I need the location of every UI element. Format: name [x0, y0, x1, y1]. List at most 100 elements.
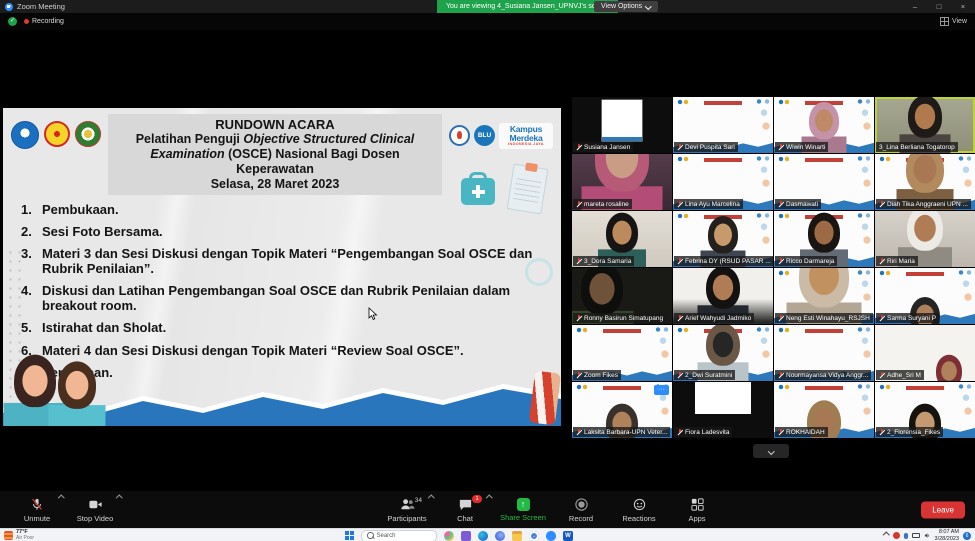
close-button[interactable]: ×	[951, 0, 975, 13]
agenda-item: Materi 3 dan Sesi Diskusi dengan Topik M…	[19, 246, 533, 276]
notification-badge[interactable]: 6	[963, 532, 971, 540]
participant-name: Susiana Jansen	[584, 144, 630, 151]
tray-recording-icon[interactable]	[893, 532, 900, 539]
participant-tile[interactable]: 3_Dora Samaria	[572, 211, 672, 267]
participant-tile[interactable]: Adhe_Sri M	[875, 325, 975, 381]
muted-mic-icon	[576, 429, 582, 436]
chevron-up-icon[interactable]	[116, 495, 122, 501]
participant-tile[interactable]: Ricco Darmareja	[774, 211, 874, 267]
record-button[interactable]: Record	[552, 491, 610, 528]
speaker-icon[interactable]	[924, 532, 931, 539]
muted-mic-icon	[576, 144, 582, 151]
tray-display-icon[interactable]	[912, 533, 920, 539]
meeting-status-bar: ✓ Recording View	[0, 13, 975, 30]
chevron-down-icon	[645, 3, 651, 9]
participant-tile[interactable]: Fiora Ladesvita	[673, 382, 773, 438]
muted-mic-icon	[778, 429, 784, 436]
flower-app-icon[interactable]	[444, 531, 454, 541]
clock-date: 3/28/2023	[935, 536, 959, 541]
apps-button[interactable]: Apps	[668, 491, 726, 528]
view-button[interactable]: View	[940, 13, 967, 30]
leave-button[interactable]: Leave	[921, 501, 965, 518]
slide-subtitle: Pelatihan Penguji Objective Structured C…	[114, 132, 436, 177]
edge-icon[interactable]	[478, 531, 488, 541]
taskbar-search[interactable]: Search	[361, 530, 437, 541]
participant-tile-active-speaker[interactable]: 3_Lina Berliana Togatorop	[875, 97, 975, 153]
participant-tile[interactable]: ··· Laksita Barbara-UPN Veter...	[572, 382, 672, 438]
gallery-scroll-down-button[interactable]	[753, 444, 789, 458]
participant-tile[interactable]: Zoom Fikes	[572, 325, 672, 381]
tray-mic-icon[interactable]	[904, 533, 908, 539]
faculty-logo-icon	[75, 121, 101, 147]
participant-tile[interactable]: 2_Dwi Suratmini	[673, 325, 773, 381]
participant-tile[interactable]: Devi Puspita Sari	[673, 97, 773, 153]
participant-tile[interactable]: Riri Maria	[875, 211, 975, 267]
muted-mic-icon	[879, 372, 885, 379]
slide-title: RUNDOWN ACARA	[114, 117, 436, 132]
chat-button[interactable]: Chat 1	[436, 491, 494, 528]
taskbar-weather-widget[interactable]: 77°F Air Poor	[4, 529, 34, 541]
doctor-figure	[49, 361, 106, 426]
encryption-shield-icon: ✓	[8, 17, 17, 26]
muted-mic-icon	[677, 201, 683, 208]
participant-name: Zoom Fikes	[584, 372, 618, 379]
tile-more-menu[interactable]: ···	[654, 385, 669, 395]
muted-mic-icon	[879, 258, 885, 265]
maximize-button[interactable]: □	[927, 0, 951, 13]
muted-mic-icon	[576, 258, 582, 265]
recording-indicator[interactable]: Recording	[24, 18, 64, 25]
participant-name: Devi Puspita Sari	[685, 144, 735, 151]
muted-mic-icon	[677, 315, 683, 322]
muted-mic-icon	[778, 315, 784, 322]
participant-name: Nourmayansa Vidya Anggr...	[786, 372, 868, 379]
chevron-up-icon[interactable]	[428, 495, 434, 501]
chrome-icon[interactable]	[529, 531, 539, 541]
view-options-label: View Options	[601, 3, 642, 10]
participant-tile[interactable]: Wiwin Winarti	[774, 97, 874, 153]
taskbar-clock[interactable]: 8:07 AM 3/28/2023	[935, 529, 959, 541]
participant-tile[interactable]: Susiana Jansen	[572, 97, 672, 153]
share-screen-button[interactable]: ↑ Share Screen	[494, 491, 552, 528]
participant-tile[interactable]: mareta rosaline	[572, 154, 672, 210]
km-line3: INDONESIA JAYA	[501, 143, 551, 147]
participants-button[interactable]: Participants 34	[378, 491, 436, 528]
participant-tile[interactable]: Lina Ayu Marcelina	[673, 154, 773, 210]
record-icon	[574, 497, 589, 512]
zoom-app-icon	[5, 3, 13, 11]
participant-tile[interactable]: Sarma Suryani P	[875, 268, 975, 324]
participant-tile[interactable]: Diah Tika Anggraeni UPN ...	[875, 154, 975, 210]
reactions-button[interactable]: Reactions	[610, 491, 668, 528]
chevron-up-icon[interactable]	[486, 495, 492, 501]
file-explorer-icon[interactable]	[512, 531, 522, 541]
university-logo-icon	[44, 121, 70, 147]
zoom-taskbar-icon[interactable]	[546, 531, 556, 541]
participant-tile[interactable]: Arief Wahyudi Jadmiko	[673, 268, 773, 324]
system-tray: 8:07 AM 3/28/2023 6	[884, 529, 971, 541]
copilot-icon[interactable]	[495, 531, 505, 541]
stop-video-button[interactable]: Stop Video	[66, 491, 124, 528]
windows-start-button[interactable]	[345, 531, 354, 540]
participant-name: Arief Wahyudi Jadmiko	[685, 315, 751, 322]
view-options-button[interactable]: View Options	[594, 1, 658, 12]
record-label: Record	[569, 514, 593, 523]
participant-tile[interactable]: Neng Esti Winahayu_RSJSH	[774, 268, 874, 324]
participant-name: 2_Dwi Suratmini	[685, 372, 732, 379]
meeting-controls-bar: Unmute Stop Video Participants 34 Chat 1	[0, 491, 975, 528]
kemdikbud-logo-icon	[11, 121, 39, 149]
participant-tile[interactable]: ROKHAIDAH	[774, 382, 874, 438]
chevron-up-icon[interactable]	[58, 495, 64, 501]
participant-tile[interactable]: Ronny Basirun Simatupang	[572, 268, 672, 324]
muted-mic-icon	[778, 144, 784, 151]
tray-expand-icon[interactable]	[883, 532, 889, 538]
purple-app-icon[interactable]	[461, 531, 471, 541]
minimize-button[interactable]: –	[903, 0, 927, 13]
participant-name: mareta rosaline	[584, 201, 629, 208]
word-icon[interactable]: W	[563, 531, 573, 541]
participant-tile[interactable]: 2_Florensia_Fikes	[875, 382, 975, 438]
unmute-button[interactable]: Unmute	[8, 491, 66, 528]
participant-tile[interactable]: Febrina DY (RSUD PASAR ...	[673, 211, 773, 267]
participant-tile[interactable]: Dasmawati	[774, 154, 874, 210]
participant-tile[interactable]: Nourmayansa Vidya Anggr...	[774, 325, 874, 381]
subtitle-pre: Pelatihan Penguji	[136, 132, 244, 146]
muted-mic-icon	[778, 201, 784, 208]
